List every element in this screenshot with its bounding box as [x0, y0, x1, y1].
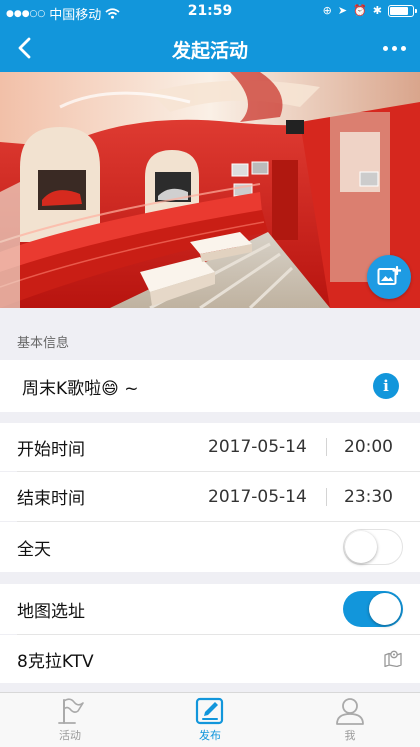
rotation-lock-icon: ⊕ [322, 4, 332, 17]
header: ●●●○○ 中国移动 21:59 ⊕ ➤ ⏰ ✱ 发起活动 [0, 0, 420, 72]
activity-name-field[interactable]: 周末K歌啦😄 ~ [22, 374, 139, 399]
place-name: 8克拉KTV [17, 651, 94, 672]
end-date-value[interactable]: 2017-05-14 [208, 487, 307, 507]
add-photo-button[interactable] [367, 255, 411, 299]
map-select-row: 地图选址 [0, 584, 420, 634]
map-pin-icon[interactable] [384, 649, 402, 667]
more-button[interactable] [378, 34, 410, 62]
info-icon[interactable]: i [373, 373, 399, 399]
more-dot-icon [382, 45, 388, 51]
toggle-knob [345, 530, 377, 563]
time-separator [326, 487, 327, 506]
alarm-icon: ⏰ [353, 4, 367, 17]
tab-label: 活动 [59, 729, 81, 742]
tab-label: 发布 [199, 729, 221, 742]
end-time-row[interactable]: 结束时间 2017-05-14 23:30 [0, 472, 420, 521]
user-icon [336, 698, 364, 725]
start-date-value[interactable]: 2017-05-14 [208, 437, 307, 457]
tab-activity[interactable]: 活动 [0, 693, 140, 747]
status-bar: ●●●○○ 中国移动 21:59 ⊕ ➤ ⏰ ✱ [0, 0, 420, 24]
battery-fill [390, 6, 408, 15]
back-button[interactable] [8, 32, 40, 64]
end-time-value[interactable]: 23:30 [344, 487, 393, 507]
edit-icon [195, 697, 224, 725]
add-photo-icon [377, 266, 401, 285]
nav-bar: 发起活动 [0, 24, 420, 72]
battery-icon [388, 4, 417, 17]
cover-image[interactable] [0, 72, 420, 308]
all-day-row: 全天 [0, 522, 420, 572]
all-day-label: 全天 [17, 539, 51, 560]
page-title: 发起活动 [171, 40, 248, 62]
all-day-toggle[interactable] [343, 529, 403, 565]
status-right: ⊕ ➤ ⏰ ✱ [322, 4, 417, 17]
map-select-toggle[interactable] [343, 591, 403, 627]
flag-icon [58, 698, 84, 724]
chevron-left-icon [18, 37, 31, 59]
location-icon: ➤ [337, 4, 348, 17]
start-time-row[interactable]: 开始时间 2017-05-14 20:00 [0, 423, 420, 471]
start-time-label: 开始时间 [17, 439, 85, 460]
time-separator [326, 438, 327, 456]
section-label-basic-info: 基本信息 [17, 336, 70, 351]
start-time-value[interactable]: 20:00 [344, 437, 393, 457]
end-time-label: 结束时间 [17, 489, 85, 509]
more-dot-icon [400, 45, 406, 51]
tab-label: 我 [344, 729, 356, 742]
tab-me[interactable]: 我 [280, 693, 420, 747]
place-row[interactable]: 8克拉KTV [0, 635, 420, 683]
cover-illustration [0, 72, 420, 308]
toggle-knob [369, 593, 401, 625]
activity-name-row[interactable]: 周末K歌啦😄 ~ i [0, 360, 420, 412]
map-select-label: 地图选址 [17, 601, 85, 622]
tab-bar: 活动 发布 我 [0, 692, 420, 747]
tab-publish[interactable]: 发布 [140, 693, 280, 747]
more-dot-icon [391, 45, 397, 51]
bluetooth-icon: ✱ [372, 4, 382, 17]
